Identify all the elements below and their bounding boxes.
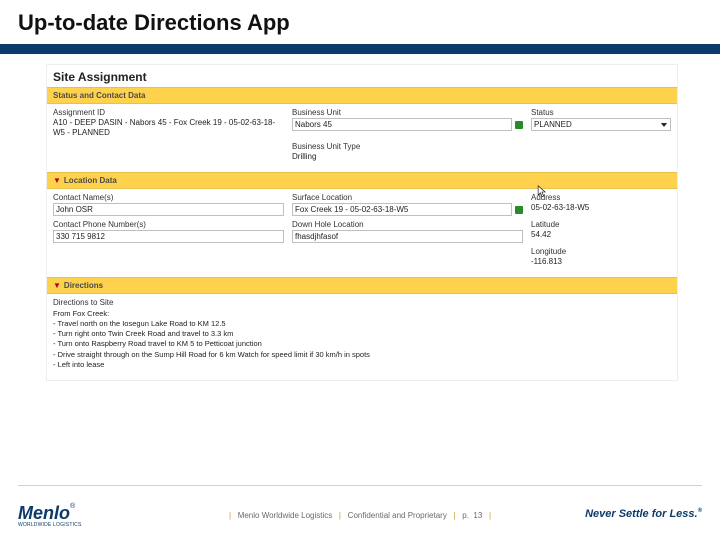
value-business-unit-type: Drilling — [292, 152, 523, 162]
tagline-text: Never Settle for Less. — [585, 508, 698, 520]
section-title-status: Status and Contact Data — [53, 91, 145, 100]
flag-icon[interactable] — [515, 206, 523, 214]
label-longitude: Longitude — [531, 247, 671, 256]
chevron-down-icon: ▼ — [53, 177, 61, 185]
footer-brand: Menlo Worldwide Logistics — [238, 511, 333, 520]
value-business-unit: Nabors 45 — [295, 120, 332, 129]
slide-root: Up-to-date Directions App Site Assignmen… — [0, 0, 720, 540]
section-header-location[interactable]: ▼ Location Data — [47, 172, 677, 189]
footer-sep: | — [489, 511, 491, 520]
input-business-unit[interactable]: Nabors 45 — [292, 118, 512, 131]
value-surface-location: Fox Creek 19 - 05-02-63-18-W5 — [295, 205, 408, 214]
app-screenshot: Site Assignment Status and Contact Data … — [46, 64, 678, 381]
footer-page-num: 13 — [473, 511, 482, 520]
label-business-unit: Business Unit — [292, 108, 523, 117]
logo-text: Menlo — [18, 503, 70, 523]
chevron-down-icon: ▼ — [53, 282, 61, 290]
value-address: 05-02-63-18-W5 — [531, 203, 671, 213]
slide-title-bar: Up-to-date Directions App — [0, 0, 720, 42]
label-contact-phone: Contact Phone Number(s) — [53, 220, 284, 229]
footer-sep: | — [339, 511, 341, 520]
value-contact-names: John OSR — [56, 205, 93, 214]
registered-icon: ® — [698, 508, 702, 514]
slide-title: Up-to-date Directions App — [18, 10, 702, 36]
section-header-status[interactable]: Status and Contact Data — [47, 87, 677, 104]
tagline: Never Settle for Less.® — [585, 508, 702, 520]
label-assignment-id: Assignment ID — [53, 108, 284, 117]
section-title-directions: Directions — [64, 281, 103, 290]
section-body-location: Contact Name(s) John OSR Surface Locatio… — [47, 189, 677, 277]
value-status: PLANNED — [534, 120, 572, 129]
value-directions: From Fox Creek: - Travel north on the Io… — [53, 309, 671, 370]
footer-page-label: p. — [462, 511, 469, 520]
input-contact-names[interactable]: John OSR — [53, 203, 284, 216]
value-contact-phone: 330 715 9812 — [56, 232, 105, 241]
logo: Menlo® WORLDWIDE LOGISTICS — [18, 503, 82, 528]
value-latitude: 54.42 — [531, 230, 671, 240]
registered-icon: ® — [70, 503, 75, 510]
input-down-hole[interactable]: fhasdjhfasof — [292, 230, 523, 243]
label-status: Status — [531, 108, 671, 117]
section-body-status: Assignment ID A10 - DEEP DASIN - Nabors … — [47, 104, 677, 172]
label-surface-location: Surface Location — [292, 193, 523, 202]
page-heading: Site Assignment — [47, 65, 677, 87]
label-latitude: Latitude — [531, 220, 671, 229]
label-contact-names: Contact Name(s) — [53, 193, 284, 202]
label-business-unit-type: Business Unit Type — [292, 142, 523, 151]
footer-confidential: Confidential and Proprietary — [348, 511, 447, 520]
select-status[interactable]: PLANNED — [531, 118, 671, 131]
label-address: Address — [531, 193, 671, 202]
title-rule — [0, 44, 720, 54]
label-directions: Directions to Site — [53, 298, 671, 307]
footer-rule — [18, 485, 702, 486]
section-body-directions: Directions to Site From Fox Creek: - Tra… — [47, 294, 677, 380]
input-surface-location[interactable]: Fox Creek 19 - 05-02-63-18-W5 — [292, 203, 512, 216]
footer-sep: | — [229, 511, 231, 520]
footer-sep: | — [454, 511, 456, 520]
value-down-hole: fhasdjhfasof — [295, 232, 338, 241]
logo-subtext: WORLDWIDE LOGISTICS — [18, 522, 82, 528]
section-title-location: Location Data — [64, 176, 117, 185]
flag-icon[interactable] — [515, 121, 523, 129]
cursor-icon — [537, 185, 547, 199]
section-header-directions[interactable]: ▼ Directions — [47, 277, 677, 294]
value-assignment-id: A10 - DEEP DASIN - Nabors 45 - Fox Creek… — [53, 118, 284, 138]
label-down-hole: Down Hole Location — [292, 220, 523, 229]
input-contact-phone[interactable]: 330 715 9812 — [53, 230, 284, 243]
value-longitude: -116.813 — [531, 257, 671, 267]
